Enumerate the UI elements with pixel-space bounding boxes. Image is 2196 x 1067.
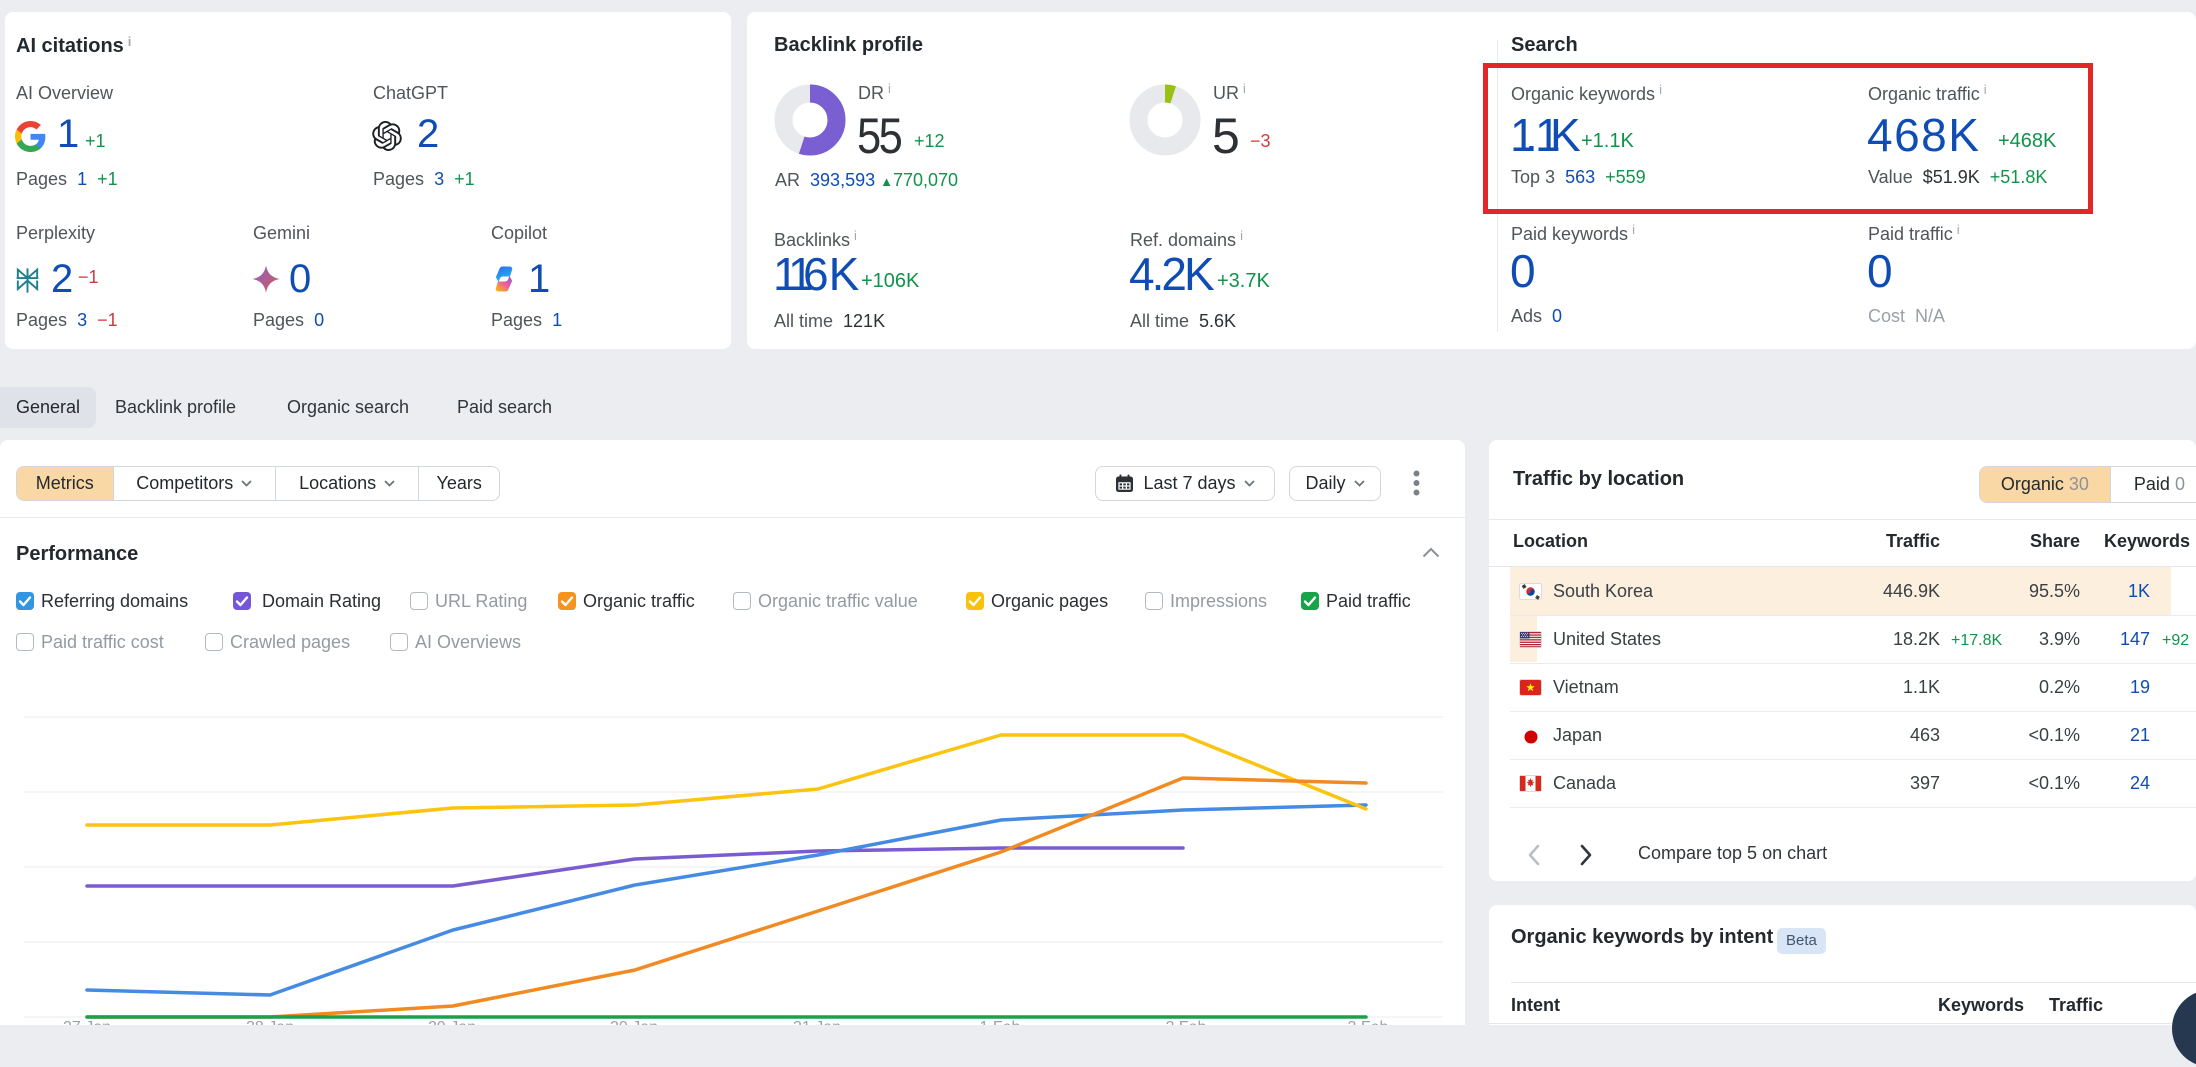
svg-text:1 Feb: 1 Feb: [980, 1019, 1021, 1025]
svg-text:2 Feb: 2 Feb: [1166, 1019, 1207, 1025]
svg-text:29 Jan: 29 Jan: [428, 1019, 476, 1025]
svg-text:30 Jan: 30 Jan: [610, 1019, 658, 1025]
svg-text:31 Jan: 31 Jan: [793, 1019, 841, 1025]
svg-text:28 Jan: 28 Jan: [246, 1019, 294, 1025]
svg-text:27 Jan: 27 Jan: [63, 1019, 111, 1025]
svg-text:3 Feb: 3 Feb: [1348, 1019, 1389, 1025]
